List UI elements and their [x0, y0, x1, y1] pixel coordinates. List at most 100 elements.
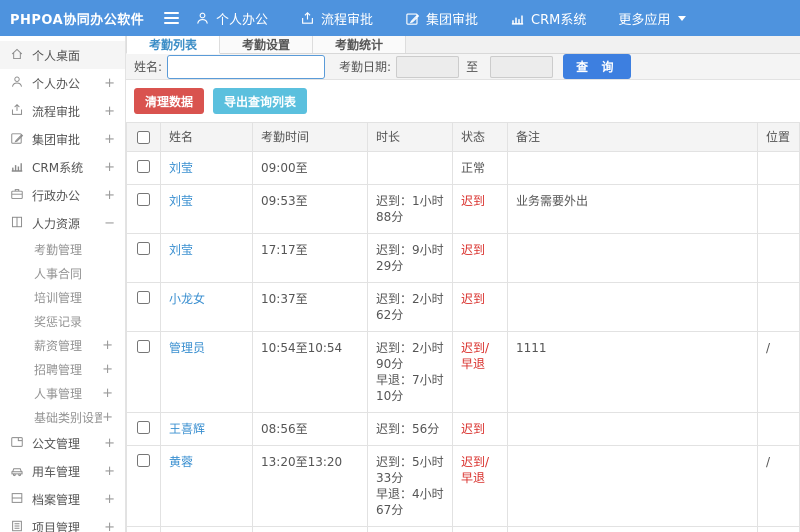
employee-name-link[interactable]: 刘莹 [169, 194, 193, 208]
sidebar-item[interactable]: 流程审批 + [0, 97, 125, 125]
expand-toggle-icon[interactable]: + [104, 492, 115, 507]
table-row: 黄蓉 13:20至13:20 迟到：5小时33分 早退：4小时67分 迟到/早退 … [126, 445, 800, 527]
duration-cell: 迟到：5小时33分 早退：4小时67分 [367, 445, 453, 527]
sidebar-item[interactable]: 项目管理 + [0, 513, 125, 532]
sidebar-item-label: 个人办公 [32, 76, 81, 91]
flow-icon [11, 103, 23, 115]
sidebar-subitem[interactable]: 人事合同 [0, 261, 125, 285]
nav-item-group-approval[interactable]: 集团审批 [405, 9, 478, 28]
expand-toggle-icon[interactable]: + [104, 104, 115, 119]
status-cell: 迟到 [452, 233, 508, 283]
remark-cell [507, 526, 758, 532]
sidebar-subitem[interactable]: 基础类别设置 + [0, 405, 125, 429]
name-input[interactable] [167, 54, 326, 79]
col-time: 考勤时间 [252, 122, 368, 152]
row-checkbox[interactable] [137, 160, 150, 173]
row-checkbox[interactable] [137, 193, 150, 206]
chart-icon [511, 15, 524, 25]
expand-toggle-icon[interactable]: + [104, 520, 115, 532]
row-checkbox[interactable] [137, 340, 150, 353]
nav-item-personal-office[interactable]: 个人办公 [195, 9, 268, 28]
sidebar-subitem[interactable]: 奖惩记录 [0, 309, 125, 333]
date-from-input[interactable] [396, 55, 460, 78]
table-header-row: 姓名 考勤时间 时长 状态 备注 位置 [126, 122, 800, 152]
clean-data-button[interactable]: 清理数据 [134, 88, 205, 114]
sidebar-subitem[interactable]: 薪资管理 + [0, 333, 125, 357]
row-checkbox[interactable] [137, 454, 150, 467]
doc-icon [11, 436, 23, 447]
sidebar-subitem[interactable]: 招聘管理 + [0, 357, 125, 381]
table-row: 管理员 10:54至10:54 迟到：2小时90分 早退：7小时10分 迟到/早退… [126, 331, 800, 413]
status-cell: 迟到 [452, 282, 508, 332]
expand-toggle-icon[interactable]: + [104, 436, 115, 451]
sidebar-item[interactable]: 人力资源 − [0, 209, 125, 237]
expand-toggle-icon[interactable]: + [104, 160, 115, 175]
duration-cell: 迟到：2小时62分 [367, 282, 453, 332]
status-cell: 迟到/早退 [452, 331, 508, 413]
row-checkbox[interactable] [137, 242, 150, 255]
sidebar-item[interactable]: 档案管理 + [0, 485, 125, 513]
sidebar-item[interactable]: 公文管理 + [0, 429, 125, 457]
user-icon [12, 76, 22, 87]
sidebar-item[interactable]: 个人桌面 [0, 41, 125, 69]
menu-toggle-icon[interactable] [164, 12, 179, 24]
remark-cell: 1111 [507, 331, 758, 413]
nav-label: 更多应用 [618, 12, 671, 28]
employee-name-link[interactable]: 黄蓉 [169, 455, 193, 469]
sidebar-subitem[interactable]: 培训管理 [0, 285, 125, 309]
select-all-checkbox[interactable] [137, 131, 150, 144]
sidebar-item[interactable]: 集团审批 + [0, 125, 125, 153]
edit-icon [11, 132, 24, 144]
expand-toggle-icon[interactable]: + [102, 362, 113, 377]
briefcase-icon [11, 188, 23, 199]
employee-name-link[interactable]: 王喜辉 [169, 422, 205, 436]
sidebar-item[interactable]: 行政办公 + [0, 181, 125, 209]
employee-name-link[interactable]: 刘莹 [169, 161, 193, 175]
employee-name-link[interactable]: 管理员 [169, 341, 205, 355]
expand-toggle-icon[interactable]: + [102, 410, 113, 425]
tab-bar: 考勤列表 考勤设置 考勤统计 [126, 36, 800, 54]
employee-name-link[interactable]: 刘莹 [169, 243, 193, 257]
flow-icon [302, 11, 313, 24]
row-checkbox[interactable] [137, 291, 150, 304]
table-row: 刘莹 09:53至 迟到：1小时88分 迟到 业务需要外出 [126, 184, 800, 234]
nav-item-crm[interactable]: CRM系统 [510, 9, 586, 28]
attendance-time-cell: 09:00至 [252, 151, 368, 185]
sidebar-item[interactable]: 用车管理 + [0, 457, 125, 485]
nav-item-workflow-approval[interactable]: 流程审批 [300, 9, 373, 28]
tab-attendance-stats[interactable]: 考勤统计 [313, 36, 407, 53]
query-button[interactable]: 查 询 [563, 54, 632, 79]
expand-toggle-icon[interactable]: + [104, 132, 115, 147]
nav-label: CRM系统 [531, 12, 587, 28]
expand-toggle-icon[interactable]: + [102, 386, 113, 401]
expand-toggle-icon[interactable]: + [104, 188, 115, 203]
sidebar-item-label: 个人桌面 [32, 48, 81, 63]
expand-toggle-icon[interactable]: + [104, 76, 115, 91]
location-cell [757, 526, 800, 532]
location-cell [757, 233, 800, 283]
sidebar-item-label: 公文管理 [32, 436, 81, 451]
nav-item-more-apps[interactable]: 更多应用 [618, 9, 687, 28]
app-logo: PHPOA协同办公软件 [10, 12, 145, 28]
expand-toggle-icon[interactable]: − [104, 216, 115, 231]
location-cell [757, 412, 800, 446]
table-row: 刘莹 17:17至 迟到：9小时29分 迟到 [126, 233, 800, 283]
row-checkbox[interactable] [137, 421, 150, 434]
attendance-time-cell: 10:54至10:54 [252, 331, 368, 413]
sidebar-item[interactable]: CRM系统 + [0, 153, 125, 181]
duration-cell: 迟到：2小时03分 [367, 526, 453, 532]
sidebar-subitem[interactable]: 人事管理 + [0, 381, 125, 405]
caret-down-icon [678, 15, 687, 21]
tab-attendance-settings[interactable]: 考勤设置 [220, 36, 314, 53]
tab-attendance-list[interactable]: 考勤列表 [126, 36, 221, 54]
sidebar-subitem-label: 人事管理 [34, 386, 83, 401]
sidebar-subitem[interactable]: 考勤管理 [0, 237, 125, 261]
sidebar-item[interactable]: 个人办公 + [0, 69, 125, 97]
expand-toggle-icon[interactable]: + [102, 338, 113, 353]
export-list-button[interactable]: 导出查询列表 [213, 88, 308, 114]
sidebar-item-label: CRM系统 [32, 160, 84, 175]
expand-toggle-icon[interactable]: + [104, 464, 115, 479]
sidebar-subitem-label: 招聘管理 [34, 362, 83, 377]
employee-name-link[interactable]: 小龙女 [169, 292, 205, 306]
date-to-input[interactable] [490, 55, 554, 78]
